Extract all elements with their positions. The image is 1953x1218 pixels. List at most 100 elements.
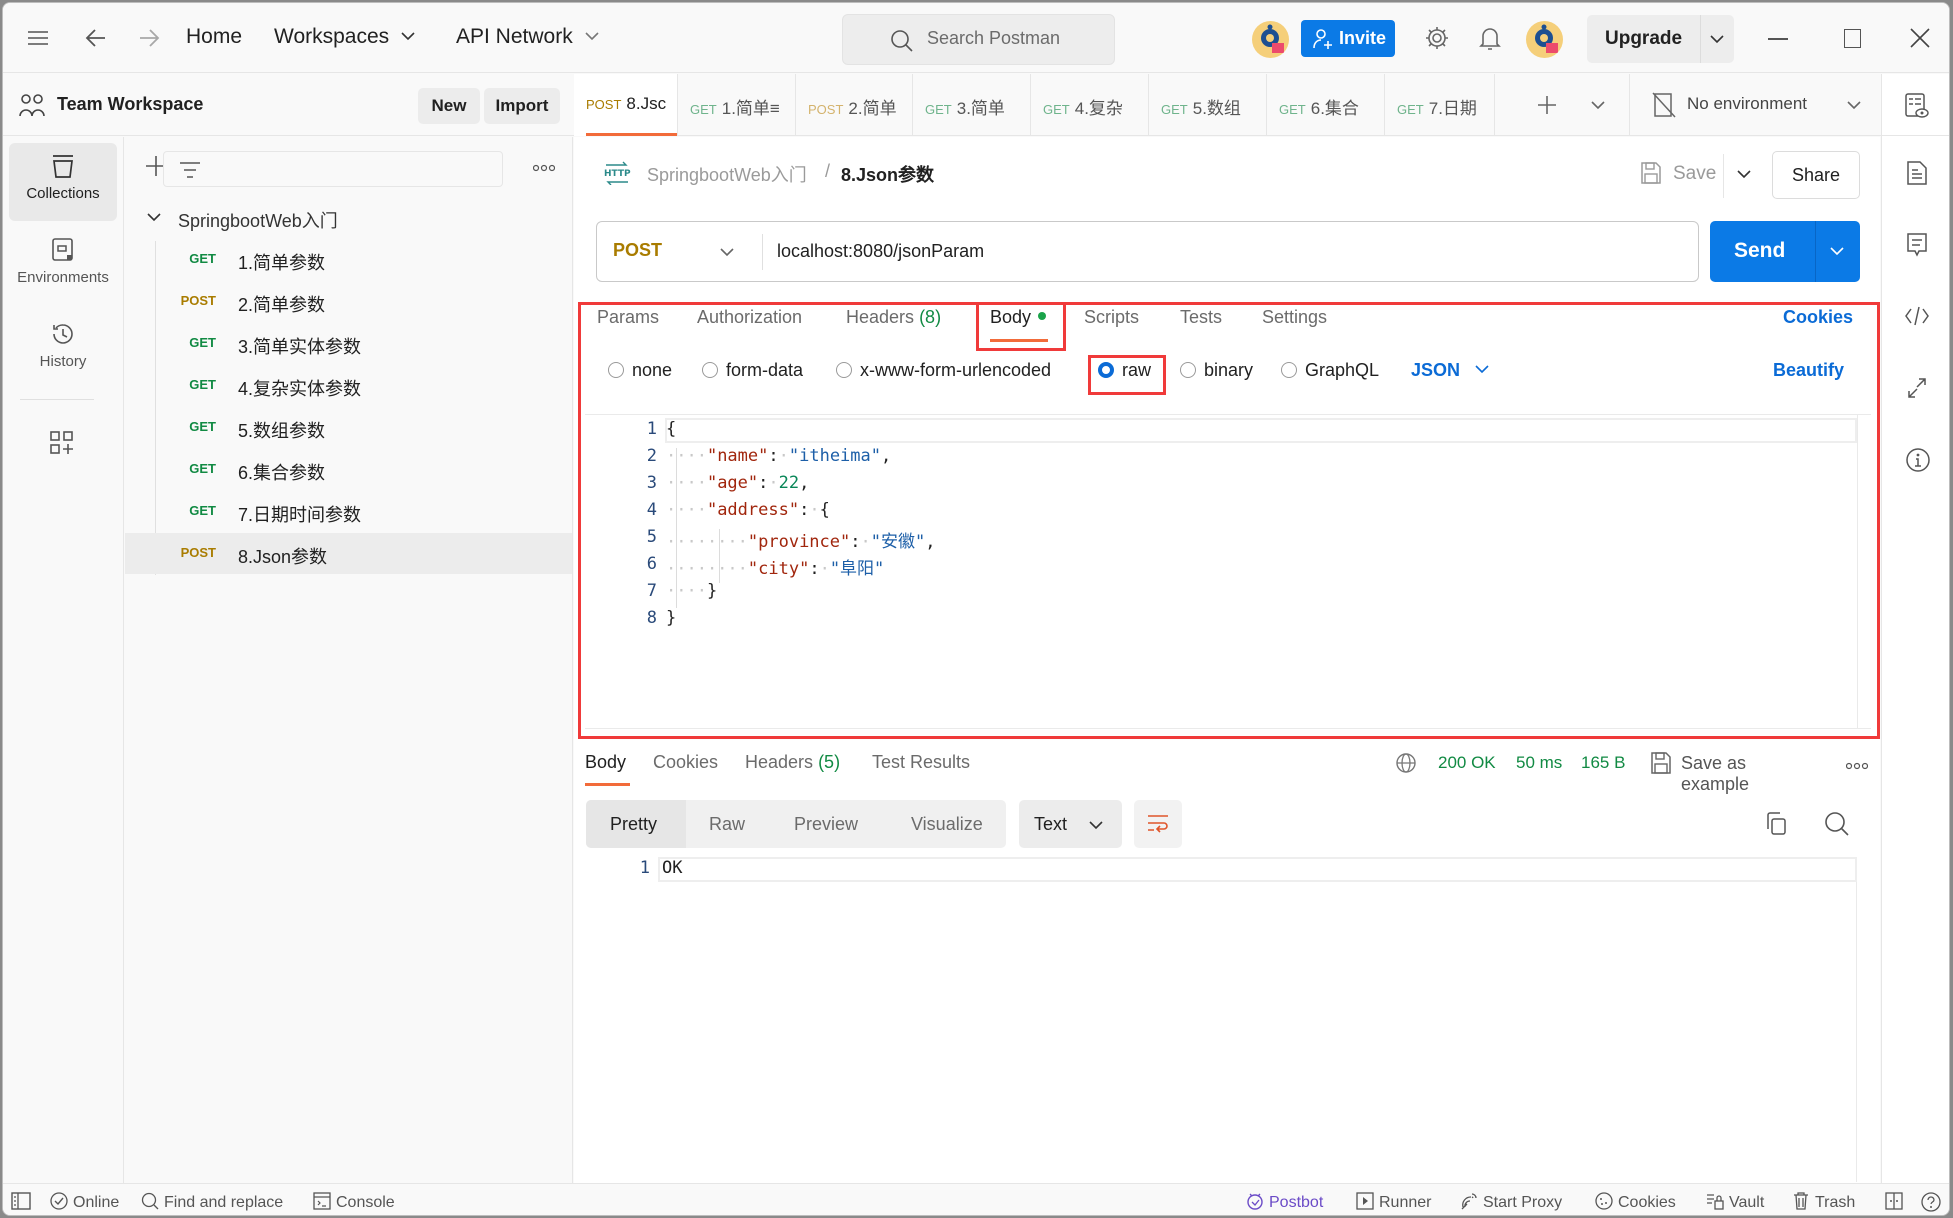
workspace-name[interactable]: Team Workspace	[57, 94, 203, 115]
sidebar-request[interactable]: GET 3.简单实体参数	[125, 323, 572, 364]
response-status[interactable]: 200 OK	[1438, 753, 1496, 773]
tab-authorization[interactable]: Authorization	[697, 307, 802, 328]
maximize-icon[interactable]	[1844, 29, 1861, 48]
collection-search-input[interactable]	[163, 151, 503, 187]
share-button[interactable]: Share	[1772, 151, 1860, 199]
url-input[interactable]	[777, 234, 1677, 268]
cookies[interactable]: Cookies	[1595, 1192, 1676, 1212]
beautify-button[interactable]: Beautify	[1773, 360, 1844, 381]
response-more-options-icon[interactable]	[1846, 762, 1868, 770]
documentation-icon[interactable]	[1906, 160, 1928, 186]
save-options-chevron-icon[interactable]	[1737, 170, 1751, 179]
tab-body[interactable]: Body	[990, 307, 1047, 328]
network-globe-icon[interactable]	[1395, 752, 1417, 774]
team-avatar[interactable]	[1252, 21, 1289, 58]
environment-selector[interactable]: No environment	[1630, 74, 1880, 136]
search-response-icon[interactable]	[1824, 811, 1850, 837]
rail-history[interactable]: History	[9, 311, 117, 389]
new-button[interactable]: New	[418, 88, 480, 124]
online-status[interactable]: Online	[50, 1192, 119, 1212]
import-button[interactable]: Import	[484, 88, 560, 124]
sidebar-request[interactable]: GET 7.日期时间参数	[125, 491, 572, 532]
request-tab[interactable]: GET 7.日期	[1385, 74, 1495, 136]
two-pane-view-icon[interactable]	[1885, 1192, 1908, 1212]
postbot[interactable]: Postbot	[1246, 1192, 1323, 1212]
body-mode-binary[interactable]: binary	[1180, 360, 1253, 381]
sidebar-request[interactable]: POST 2.简单参数	[125, 281, 572, 322]
tabs-overflow-chevron-icon[interactable]	[1591, 101, 1605, 110]
sidebar-request-active[interactable]: POST 8.Json参数	[125, 533, 572, 574]
more-options-icon[interactable]	[533, 164, 555, 172]
menu-icon[interactable]	[27, 29, 49, 47]
scrollbar-track[interactable]	[1857, 415, 1858, 728]
related-collections-icon[interactable]	[1907, 377, 1927, 399]
request-tab[interactable]: GET 1.简单≡	[678, 74, 796, 136]
settings-gear-icon[interactable]	[1424, 25, 1450, 51]
vault[interactable]: Vault	[1706, 1192, 1764, 1212]
help-icon[interactable]	[1921, 1192, 1946, 1214]
start-proxy[interactable]: Start Proxy	[1460, 1192, 1562, 1212]
response-tab-body[interactable]: Body	[585, 752, 626, 773]
tab-headers[interactable]: Headers (8)	[846, 307, 941, 328]
request-tab[interactable]: POST 2.简单	[796, 74, 913, 136]
request-tab[interactable]: POST 8.Jsc	[574, 74, 678, 136]
breadcrumb-current[interactable]: 8.Json参数	[841, 161, 934, 187]
sidebar-request[interactable]: GET 6.集合参数	[125, 449, 572, 490]
info-icon[interactable]	[1905, 447, 1931, 473]
console[interactable]: Console	[313, 1192, 395, 1212]
rail-collections[interactable]: Collections	[9, 143, 117, 221]
save-button[interactable]: Save	[1638, 157, 1728, 191]
body-language-select[interactable]: JSON	[1411, 360, 1489, 381]
search-bar[interactable]: Search Postman	[842, 14, 1115, 65]
notifications-bell-icon[interactable]	[1479, 24, 1501, 52]
wrap-lines-button[interactable]	[1134, 800, 1182, 848]
tab-params[interactable]: Params	[597, 307, 659, 328]
body-mode-none[interactable]: none	[608, 360, 672, 381]
upgrade-button[interactable]: Upgrade	[1587, 15, 1734, 63]
sidebar-request[interactable]: GET 4.复杂实体参数	[125, 365, 572, 406]
forward-arrow-icon[interactable]	[138, 28, 160, 48]
find-and-replace[interactable]: Find and replace	[141, 1192, 283, 1212]
request-tab[interactable]: GET 3.简单	[913, 74, 1031, 136]
new-tab-plus-icon[interactable]	[1537, 95, 1557, 115]
response-format-select[interactable]: Text	[1019, 800, 1122, 848]
request-tab[interactable]: GET 5.数组	[1149, 74, 1267, 136]
response-body-viewer[interactable]: 1 OK	[585, 854, 1871, 1184]
copy-icon[interactable]	[1764, 811, 1788, 837]
invite-button[interactable]: Invite	[1301, 20, 1395, 57]
back-arrow-icon[interactable]	[85, 28, 107, 48]
environment-quick-look[interactable]	[1881, 74, 1949, 136]
body-mode-graphql[interactable]: GraphQL	[1281, 360, 1379, 381]
rail-environments[interactable]: Environments	[9, 227, 117, 305]
cookies-link[interactable]: Cookies	[1783, 307, 1853, 328]
body-mode-urlencoded[interactable]: x-www-form-urlencoded	[836, 360, 1051, 381]
response-tab-cookies[interactable]: Cookies	[653, 752, 718, 773]
response-tab-test-results[interactable]: Test Results	[872, 752, 970, 773]
collection-folder[interactable]: SpringbootWeb入门	[125, 197, 572, 237]
breadcrumb-parent[interactable]: SpringbootWeb入门	[647, 161, 807, 187]
response-time[interactable]: 50 ms	[1516, 753, 1562, 773]
send-options-chevron-icon[interactable]	[1830, 247, 1844, 256]
runner[interactable]: Runner	[1356, 1192, 1431, 1212]
tab-tests[interactable]: Tests	[1180, 307, 1222, 328]
sidebar-request[interactable]: GET 1.简单参数	[125, 239, 572, 280]
save-as-example-button[interactable]: Save as example	[1648, 749, 1818, 794]
user-avatar[interactable]	[1526, 21, 1563, 58]
configure-workbench-icon[interactable]	[49, 430, 75, 456]
comments-icon[interactable]	[1906, 232, 1928, 258]
scrollbar-track[interactable]	[1856, 882, 1857, 1182]
view-visualize[interactable]: Visualize	[911, 814, 983, 835]
request-tab[interactable]: GET 4.复杂	[1031, 74, 1149, 136]
code-snippet-icon[interactable]	[1904, 305, 1930, 327]
trash[interactable]: Trash	[1792, 1192, 1855, 1212]
minimize-icon[interactable]	[1768, 38, 1788, 40]
request-tab[interactable]: GET 6.集合	[1267, 74, 1385, 136]
sidebar-request[interactable]: GET 5.数组参数	[125, 407, 572, 448]
tab-scripts[interactable]: Scripts	[1084, 307, 1139, 328]
response-size[interactable]: 165 B	[1581, 753, 1625, 773]
toggle-sidebar-icon[interactable]	[11, 1192, 36, 1212]
send-button[interactable]: Send	[1734, 239, 1785, 263]
view-pretty[interactable]: Pretty	[586, 800, 686, 848]
body-mode-form-data[interactable]: form-data	[702, 360, 803, 381]
view-raw[interactable]: Raw	[709, 814, 745, 835]
